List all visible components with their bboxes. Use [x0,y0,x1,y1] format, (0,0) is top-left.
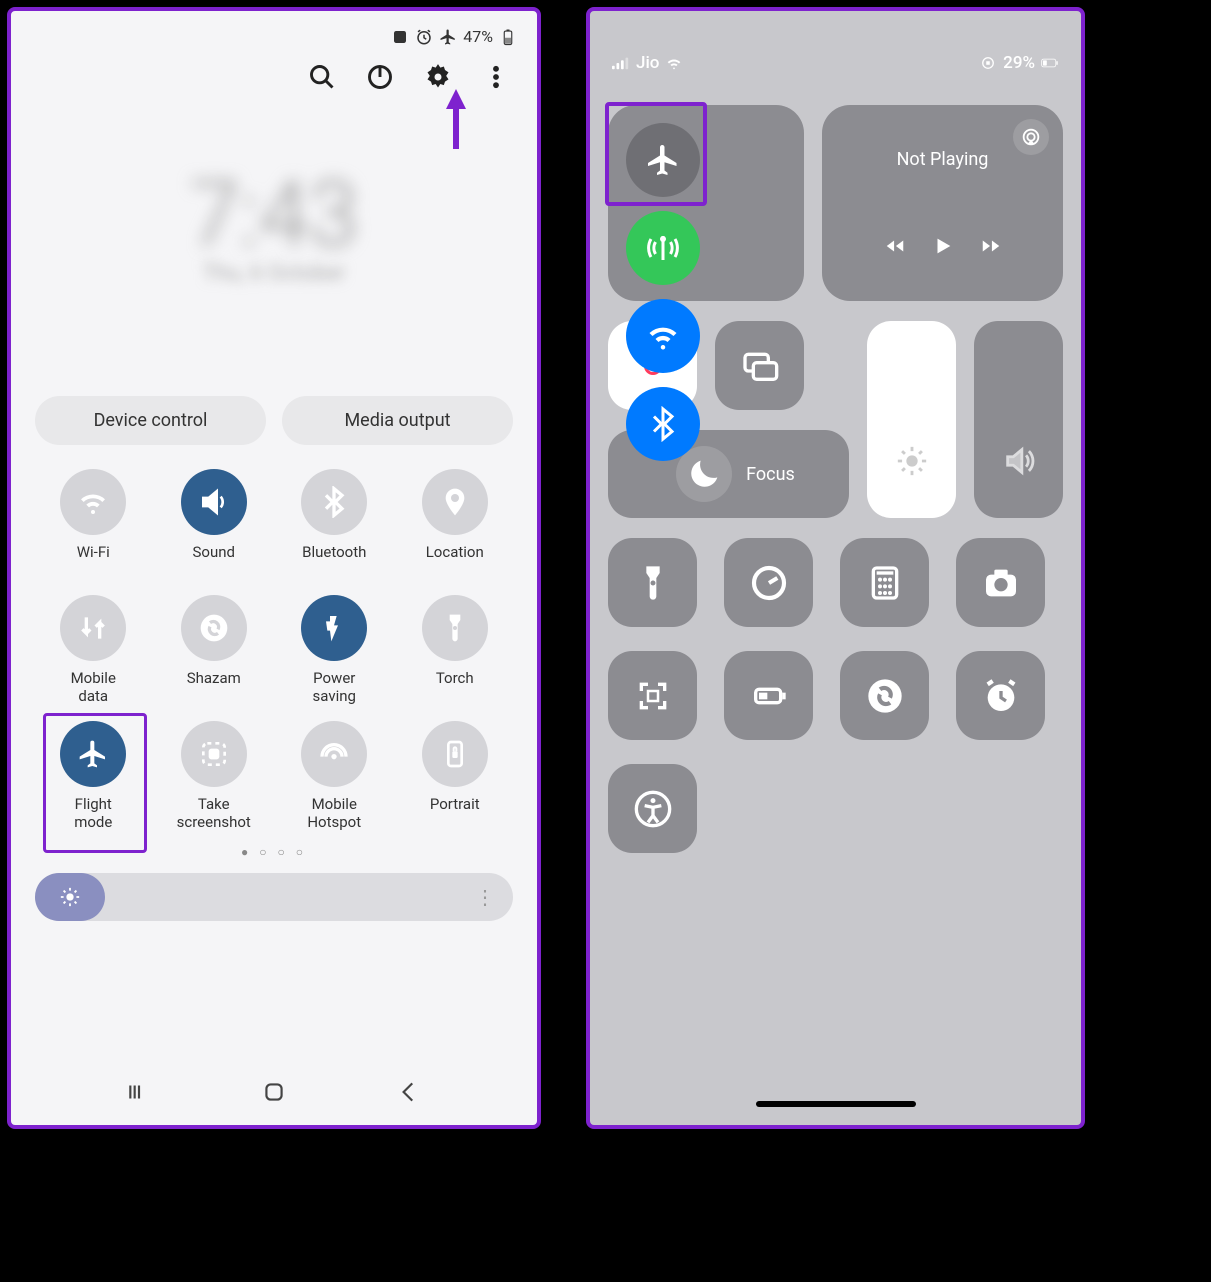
power-button[interactable] [365,62,395,92]
screen-mirror-toggle[interactable] [715,321,804,410]
timer-icon [749,563,789,603]
qs-tile-torch[interactable]: Torch [397,595,514,705]
shazam-icon [181,595,247,661]
qs-tile-label: Torch [436,669,474,705]
qs-tile-location[interactable]: Location [397,469,514,579]
signal-icon [612,56,630,70]
qs-tile-label: MobileHotspot [307,795,361,831]
wifi-status-icon [665,56,683,70]
brightness-slider[interactable]: ⋮ [35,873,513,921]
carrier-label: Jio [636,53,659,73]
camera-icon [981,563,1021,603]
camera-button[interactable] [956,538,1045,627]
annotation-arrow [441,89,471,149]
qs-tile-screenshot[interactable]: Takescreenshot [156,721,273,831]
settings-button[interactable] [423,62,453,92]
wifi-icon [60,469,126,535]
brightness-slider[interactable] [867,321,956,518]
wifi-toggle[interactable] [626,299,700,373]
battery-percent: 47% [463,27,493,46]
qs-tile-shazam[interactable]: Shazam [156,595,273,705]
volume-slider[interactable] [974,321,1063,518]
media-title: Not Playing [897,149,989,170]
slider-menu-icon[interactable]: ⋮ [475,885,495,909]
search-button[interactable] [307,62,337,92]
shazam-button[interactable] [840,651,929,740]
home-indicator[interactable] [756,1101,916,1107]
qs-tile-label: Takescreenshot [177,795,251,831]
data-icon [60,595,126,661]
orientation-lock-status-icon [979,56,997,70]
media-panel[interactable]: Not Playing [822,105,1063,301]
torch-icon [422,595,488,661]
qs-tile-label: Mobiledata [71,669,116,705]
airplay-button[interactable] [1013,119,1049,155]
qs-tile-sound[interactable]: Sound [156,469,273,579]
flashlight-icon [633,563,673,603]
qr-icon [633,676,673,716]
qs-tile-label: Portrait [430,795,480,831]
lowpower-icon [749,676,789,716]
ios-statusbar: Jio 29% [590,11,1081,73]
flashlight-button[interactable] [608,538,697,627]
clock-time: 7:43 [11,162,537,267]
qs-tile-hotspot[interactable]: MobileHotspot [276,721,393,831]
bluetooth-toggle[interactable] [626,387,700,461]
battery-icon [499,28,517,46]
shazam-icon [865,676,905,716]
qs-tile-power[interactable]: Powersaving [276,595,393,705]
airplane-status-icon [439,28,457,46]
power-icon [301,595,367,661]
lowpower-button[interactable] [724,651,813,740]
alarm-icon [415,28,433,46]
home-button[interactable] [261,1079,287,1105]
android-statusbar: 47% [11,11,537,52]
qs-tile-label: Shazam [187,669,241,705]
connectivity-panel[interactable] [608,105,804,301]
battery-percent: 29% [1003,53,1035,73]
android-toolbar [11,52,537,92]
accessibility-icon [633,789,673,829]
accessibility-button[interactable] [608,764,697,853]
calculator-icon [865,563,905,603]
android-quick-settings: 47% 7:43 Thu, 6 October Device control M… [7,7,541,1129]
qs-tile-portrait[interactable]: Portrait [397,721,514,831]
qs-tile-plane[interactable]: Flightmode [35,721,152,831]
timer-button[interactable] [724,538,813,627]
clock-date: Thu, 6 October [11,261,537,286]
portrait-icon [422,721,488,787]
alarm-icon [981,676,1021,716]
sound-icon [181,469,247,535]
rewind-button[interactable] [884,235,906,257]
screenshot-icon [181,721,247,787]
qr-button[interactable] [608,651,697,740]
location-icon [422,469,488,535]
hotspot-icon [301,721,367,787]
focus-label: Focus [746,464,795,485]
calculator-button[interactable] [840,538,929,627]
device-control-button[interactable]: Device control [35,396,266,445]
back-button[interactable] [396,1079,422,1105]
media-output-button[interactable]: Media output [282,396,513,445]
qs-tile-bluetooth[interactable]: Bluetooth [276,469,393,579]
ios-control-center: Jio 29% Not Playing [586,7,1085,1129]
recents-button[interactable] [126,1079,152,1105]
play-button[interactable] [932,235,954,257]
more-button[interactable] [481,62,511,92]
qs-tile-label: Bluetooth [302,543,366,579]
bluetooth-icon [301,469,367,535]
forward-button[interactable] [980,235,1002,257]
qs-tile-label: Wi-Fi [77,543,110,579]
annotation-highlight [605,102,707,206]
qs-tile-label: Powersaving [313,669,356,705]
qs-tile-label: Location [426,543,484,579]
app-badge-icon [391,28,409,46]
alarm-button[interactable] [956,651,1045,740]
qs-tile-wifi[interactable]: Wi-Fi [35,469,152,579]
battery-icon [1041,56,1059,70]
android-navbar [11,1079,537,1105]
qs-tile-data[interactable]: Mobiledata [35,595,152,705]
qs-tile-label: Sound [193,543,235,579]
cellular-toggle[interactable] [626,211,700,285]
